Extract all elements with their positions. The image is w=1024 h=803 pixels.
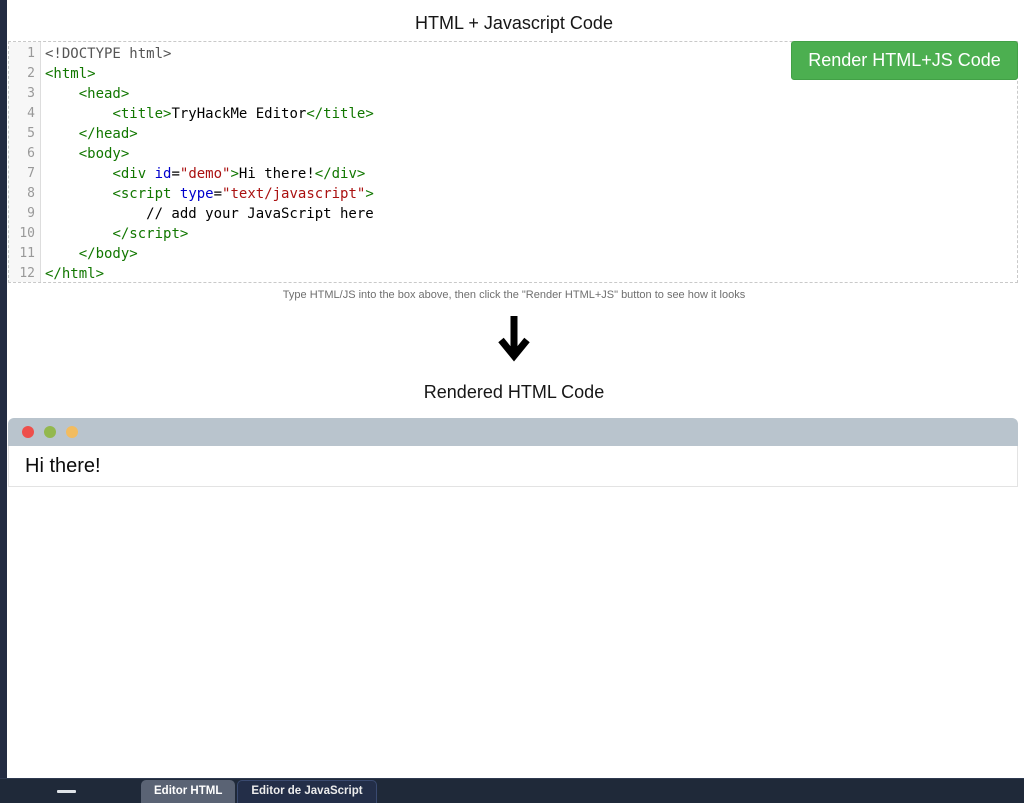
tab-editor-html[interactable]: Editor HTML [141,780,235,803]
left-edge-strip [0,0,7,803]
code-line[interactable]: 7 <div id="demo">Hi there!</div> [9,164,1017,184]
render-button[interactable]: Render HTML+JS Code [791,41,1018,80]
line-number: 3 [9,84,40,104]
line-number: 1 [9,44,40,64]
code-line[interactable]: 3 <head> [9,84,1017,104]
code-line-text: </head> [40,124,138,144]
line-number: 6 [9,144,40,164]
rendered-section-title: Rendered HTML Code [8,382,1020,403]
code-line-text: <body> [40,144,129,164]
line-number: 11 [9,244,40,264]
line-number: 2 [9,64,40,84]
rendered-output-frame: Hi there! [8,418,1018,487]
code-line-text: </script> [40,224,188,244]
browser-titlebar [8,418,1018,446]
editor-tabs: Editor HTML Editor de JavaScript [141,780,379,803]
code-line-text: <html> [40,64,96,84]
bottom-tab-bar: Editor HTML Editor de JavaScript [0,778,1024,803]
code-line-text: <script type="text/javascript"> [40,184,374,204]
code-line[interactable]: 8 <script type="text/javascript"> [9,184,1017,204]
line-number: 12 [9,264,40,284]
code-line-text: </body> [40,244,138,264]
code-line-text: </html> [40,264,104,284]
code-line-text: <!DOCTYPE html> [40,44,171,64]
code-line-text: // add your JavaScript here [40,204,374,224]
tab-editor-javascript[interactable]: Editor de JavaScript [237,780,376,803]
app-screen: HTML + Javascript Code 1<!DOCTYPE html>2… [0,0,1024,803]
code-line[interactable]: 4 <title>TryHackMe Editor</title> [9,104,1017,124]
code-line[interactable]: 6 <body> [9,144,1017,164]
line-number: 4 [9,104,40,124]
line-number: 5 [9,124,40,144]
code-line[interactable]: 12</html> [9,264,1017,284]
minimize-button[interactable] [57,785,76,797]
traffic-light-green-icon [44,426,56,438]
rendered-html-content: Hi there! [8,446,1018,487]
code-line[interactable]: 9 // add your JavaScript here [9,204,1017,224]
traffic-light-yellow-icon [66,426,78,438]
editor-section-title: HTML + Javascript Code [8,13,1020,34]
line-number: 10 [9,224,40,244]
line-number: 8 [9,184,40,204]
code-line[interactable]: 5 </head> [9,124,1017,144]
code-editor[interactable]: 1<!DOCTYPE html>2<html>3 <head>4 <title>… [8,41,1018,283]
code-line-text: <title>TryHackMe Editor</title> [40,104,374,124]
code-line[interactable]: 10 </script> [9,224,1017,244]
helper-text: Type HTML/JS into the box above, then cl… [8,289,1020,301]
traffic-light-red-icon [22,426,34,438]
line-number: 9 [9,204,40,224]
code-line[interactable]: 11 </body> [9,244,1017,264]
minimize-dash-icon [57,790,76,793]
line-number: 7 [9,164,40,184]
down-arrow-icon [8,314,1020,362]
code-line-text: <head> [40,84,129,104]
code-line-text: <div id="demo">Hi there!</div> [40,164,365,184]
